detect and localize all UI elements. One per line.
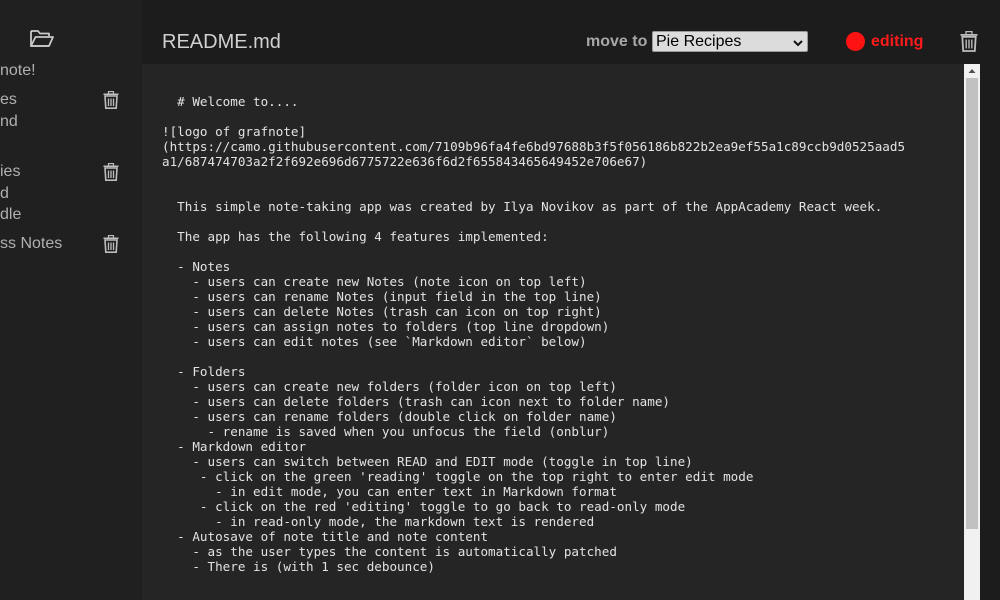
status-dot-icon <box>846 32 865 51</box>
delete-note-trash-icon[interactable] <box>960 30 978 52</box>
scroll-up-arrow-icon[interactable] <box>964 64 980 78</box>
folder-item-label[interactable]: nd <box>0 111 18 133</box>
note-header: move to Pie Recipes editing <box>142 0 1000 64</box>
trash-icon[interactable] <box>103 234 119 253</box>
folder-item-label[interactable]: dle <box>0 204 21 226</box>
folder-item-label[interactable]: ies <box>0 161 20 183</box>
folder-open-icon[interactable] <box>29 28 55 50</box>
markdown-textarea[interactable]: # Welcome to.... ![logo of grafnote] (ht… <box>162 94 962 574</box>
markdown-editor[interactable]: # Welcome to.... ![logo of grafnote] (ht… <box>142 64 964 600</box>
chevron-down-icon <box>792 35 804 47</box>
scrollbar-thumb[interactable] <box>966 78 978 529</box>
folder-item-label[interactable]: d <box>0 183 9 205</box>
edit-mode-label: editing <box>871 33 924 50</box>
note-item-label[interactable]: note! <box>0 60 36 82</box>
trash-icon[interactable] <box>103 162 119 181</box>
folder-item-label[interactable]: es <box>0 89 17 111</box>
sidebar: note! es nd ies d dle ss Notes <box>0 0 142 600</box>
folder-item-label[interactable]: ss Notes <box>0 233 62 255</box>
right-margin <box>980 64 1000 600</box>
folder-select[interactable]: Pie Recipes <box>652 31 808 52</box>
note-title-input[interactable] <box>162 28 402 56</box>
folder-select-value: Pie Recipes <box>656 33 742 50</box>
editor-scrollbar[interactable] <box>964 64 980 600</box>
move-to-label: move to <box>586 33 648 50</box>
trash-icon[interactable] <box>103 90 119 109</box>
